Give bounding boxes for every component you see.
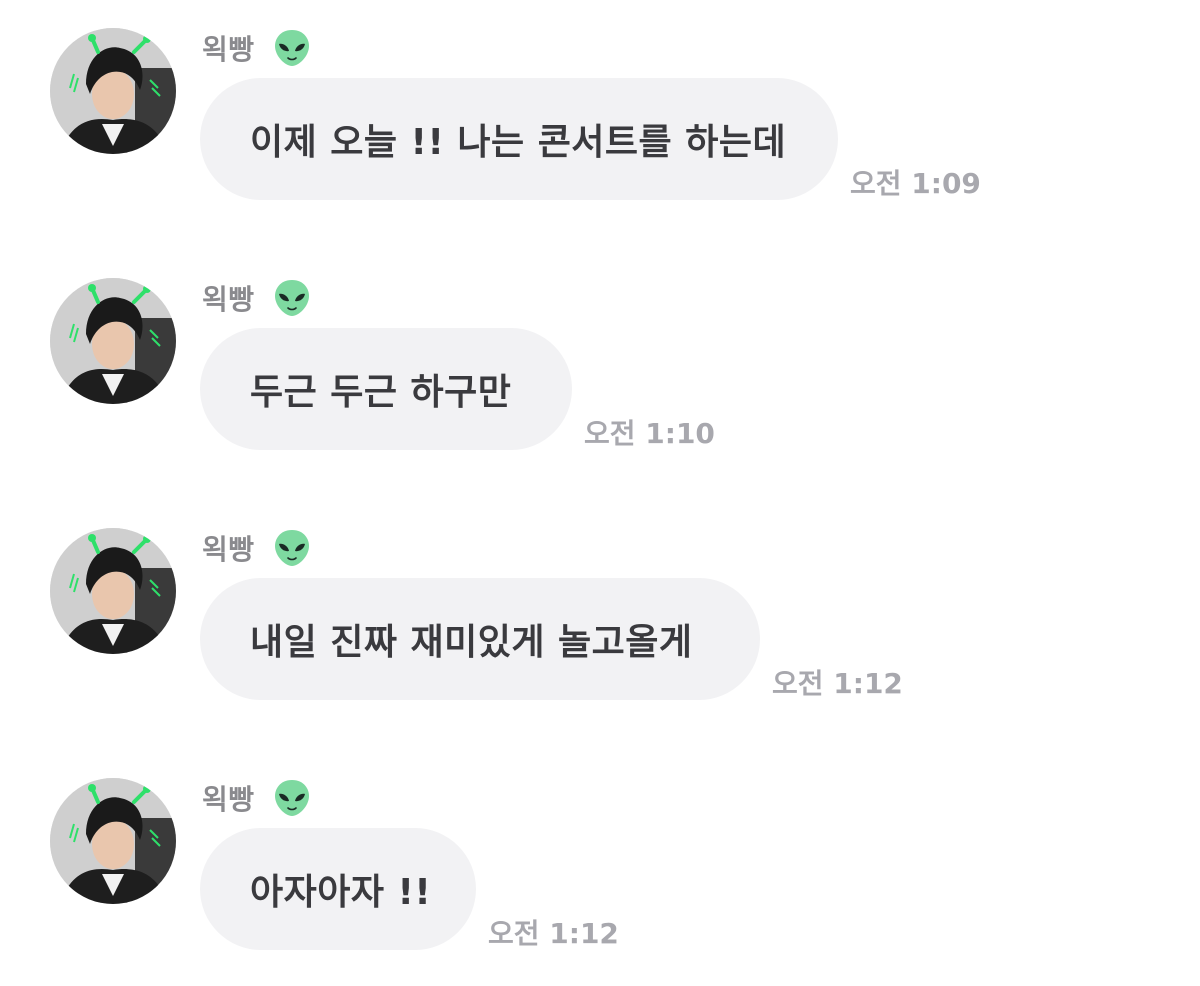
sender-name: 왹빵 bbox=[202, 283, 255, 316]
message-text: 이제 오늘 !! 나는 콘서트를 하는데 bbox=[250, 122, 787, 163]
profile-photo bbox=[50, 28, 176, 154]
message-timestamp: 오전 1:09 bbox=[850, 167, 981, 200]
avatar[interactable] bbox=[50, 528, 176, 654]
message-bubble[interactable]: 두근 두근 하구만 bbox=[200, 328, 572, 450]
chat-message: 왹빵 이제 오늘 !! 나는 콘서트를 하는데 오전 1:09 bbox=[0, 28, 1200, 228]
avatar[interactable] bbox=[50, 778, 176, 904]
alien-icon bbox=[273, 528, 311, 568]
sender-name: 왹빵 bbox=[202, 783, 255, 816]
alien-icon bbox=[273, 28, 311, 68]
avatar[interactable] bbox=[50, 28, 176, 154]
chat-message: 왹빵 내일 진짜 재미있게 놀고올게 오전 1:12 bbox=[0, 528, 1200, 728]
chat-message: 왹빵 두근 두근 하구만 오전 1:10 bbox=[0, 278, 1200, 478]
message-bubble[interactable]: 내일 진짜 재미있게 놀고올게 bbox=[200, 578, 760, 700]
profile-photo bbox=[50, 278, 176, 404]
message-timestamp: 오전 1:10 bbox=[584, 417, 715, 450]
alien-icon bbox=[273, 278, 311, 318]
message-bubble[interactable]: 아자아자 !! bbox=[200, 828, 476, 950]
message-text: 내일 진짜 재미있게 놀고올게 bbox=[250, 622, 693, 663]
sender-name: 왹빵 bbox=[202, 33, 255, 66]
message-timestamp: 오전 1:12 bbox=[488, 917, 619, 950]
message-bubble[interactable]: 이제 오늘 !! 나는 콘서트를 하는데 bbox=[200, 78, 838, 200]
avatar[interactable] bbox=[50, 278, 176, 404]
sender-row: 왹빵 bbox=[202, 528, 311, 568]
sender-row: 왹빵 bbox=[202, 778, 311, 818]
message-timestamp: 오전 1:12 bbox=[772, 667, 903, 700]
chat-message: 왹빵 아자아자 !! 오전 1:12 bbox=[0, 778, 1200, 978]
sender-name: 왹빵 bbox=[202, 533, 255, 566]
profile-photo bbox=[50, 778, 176, 904]
sender-row: 왹빵 bbox=[202, 28, 311, 68]
alien-icon bbox=[273, 778, 311, 818]
message-text: 두근 두근 하구만 bbox=[250, 372, 512, 413]
profile-photo bbox=[50, 528, 176, 654]
sender-row: 왹빵 bbox=[202, 278, 311, 318]
message-text: 아자아자 !! bbox=[250, 872, 432, 913]
